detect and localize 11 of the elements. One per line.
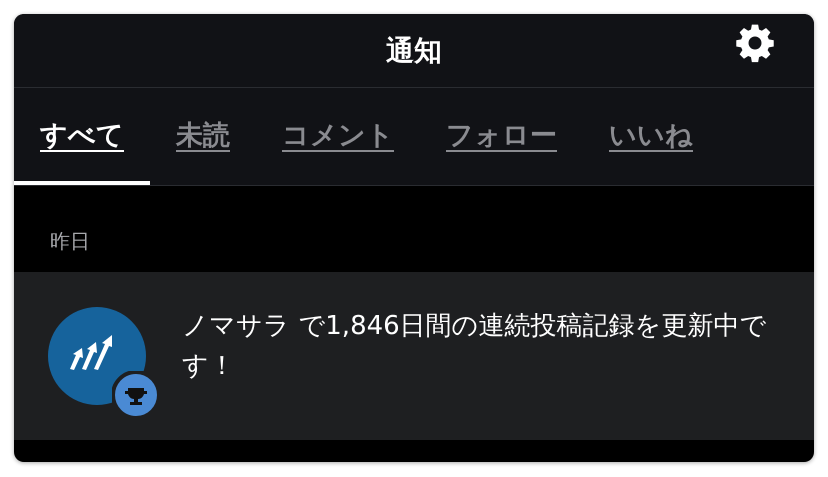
screen-title: 通知 bbox=[386, 32, 442, 68]
tab[interactable]: コメント bbox=[256, 88, 420, 185]
tab[interactable]: いいね bbox=[583, 88, 719, 185]
tab[interactable]: フォロー bbox=[420, 88, 583, 185]
settings-icon[interactable] bbox=[734, 22, 776, 64]
notification-item[interactable]: ノマサラ で1,846日間の連続投稿記録を更新中です！ bbox=[14, 272, 814, 440]
tab[interactable]: すべて bbox=[14, 88, 150, 185]
trophy-icon bbox=[112, 371, 160, 419]
section-heading: 昨日 bbox=[49, 228, 91, 255]
tab[interactable]: 未読 bbox=[150, 88, 256, 185]
notification-text: ノマサラ で1,846日間の連続投稿記録を更新中です！ bbox=[182, 310, 768, 383]
